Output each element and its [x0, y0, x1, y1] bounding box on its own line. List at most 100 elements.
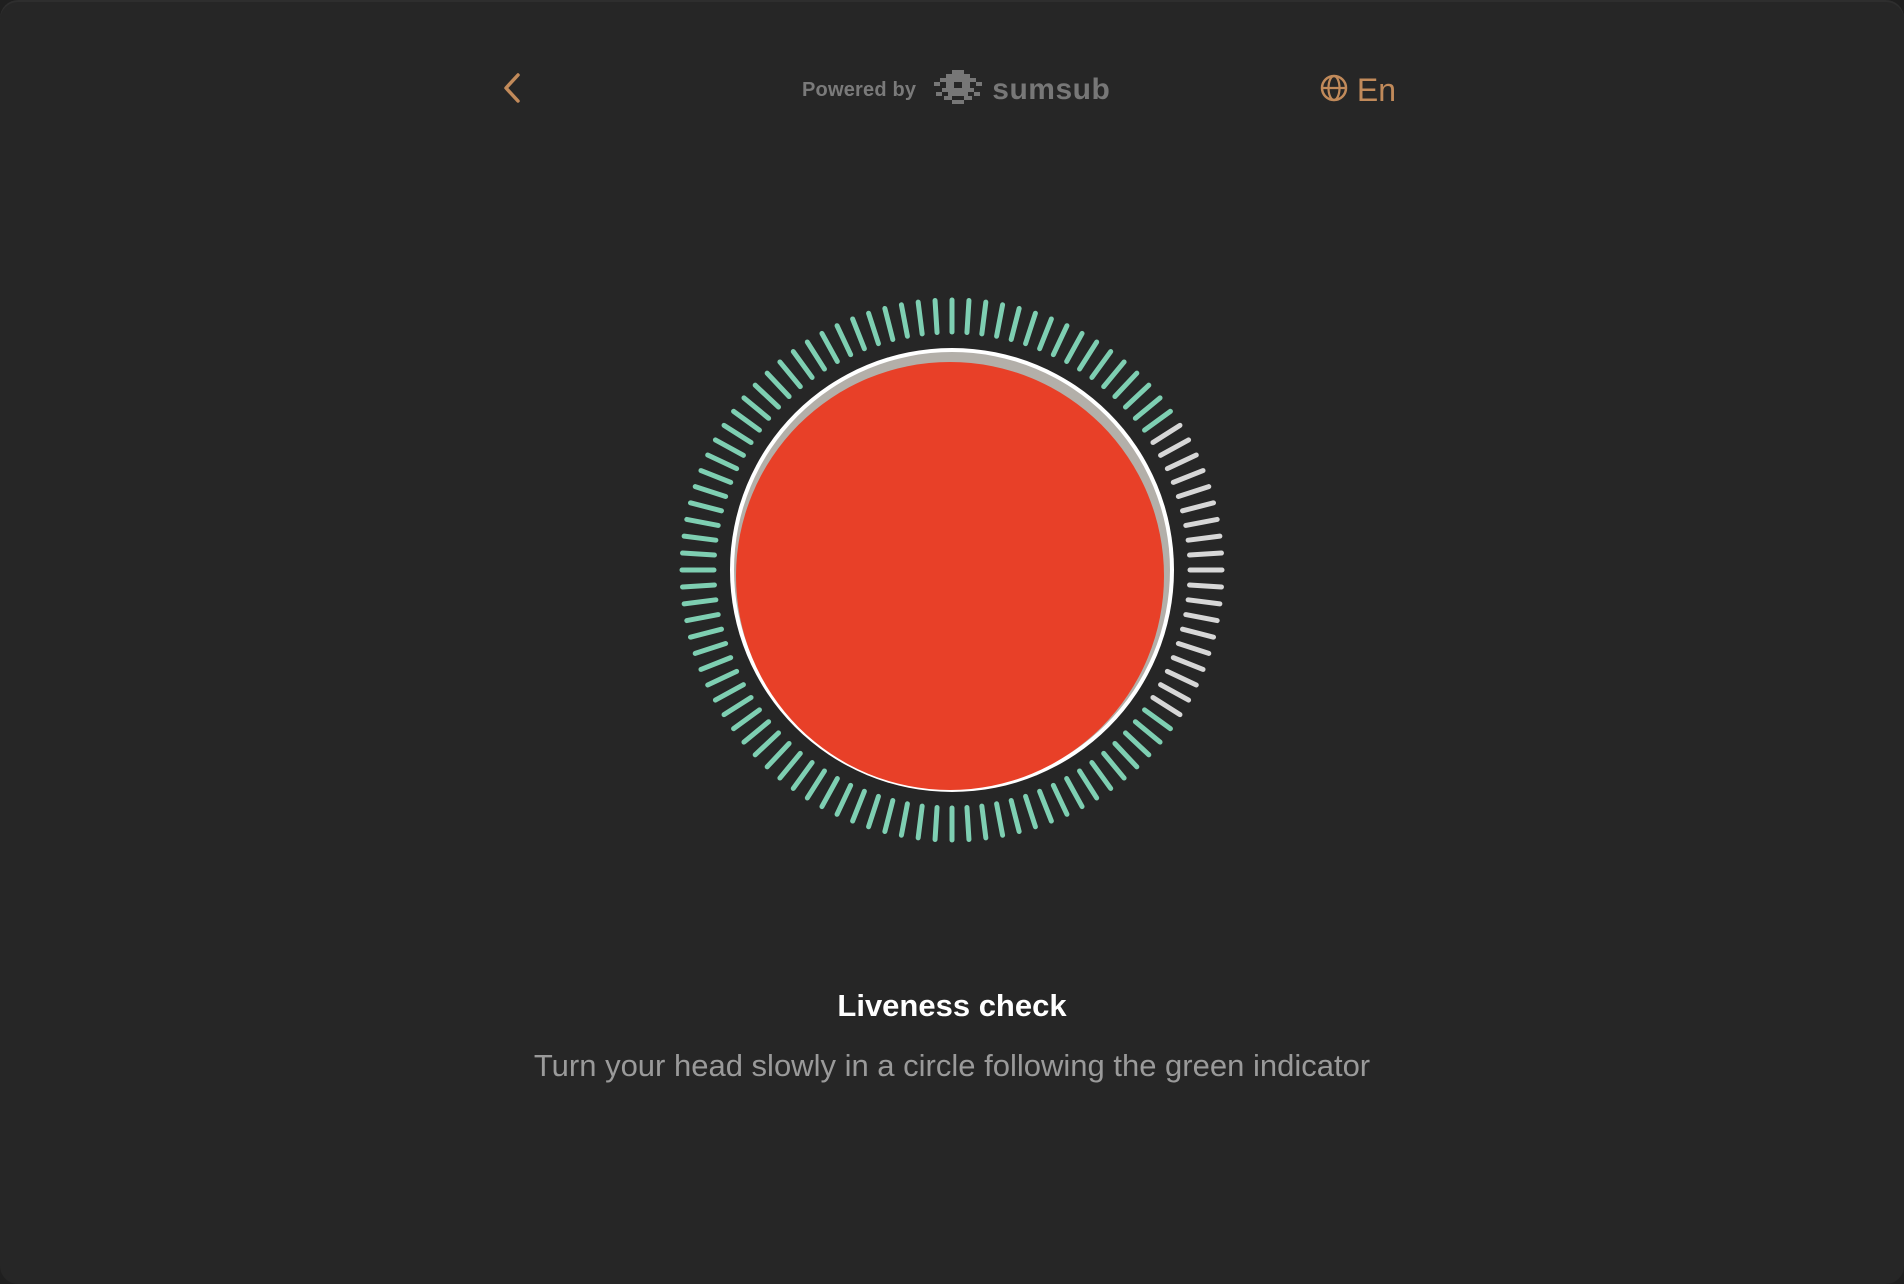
progress-tick-active	[850, 788, 867, 824]
progress-tick-active	[752, 382, 782, 410]
progress-tick-active	[705, 668, 740, 688]
progress-tick-active	[764, 370, 792, 400]
progress-tick-inactive	[1170, 655, 1206, 672]
progress-tick-active	[680, 582, 717, 590]
progress-tick-active	[1142, 408, 1173, 433]
progress-tick-active	[1089, 760, 1114, 791]
progress-tick-active	[764, 740, 792, 770]
back-button[interactable]	[492, 70, 532, 110]
progress-tick-active	[790, 760, 815, 791]
progress-tick-active	[804, 339, 827, 372]
powered-by-label: Powered by	[802, 78, 917, 101]
progress-tick-active	[1077, 768, 1100, 801]
progress-tick-active	[712, 682, 746, 703]
progress-tick-active	[681, 533, 719, 543]
progress-tick-inactive	[1180, 500, 1217, 514]
progress-tick-inactive	[1187, 550, 1224, 558]
instruction-text: Turn your head slowly in a circle follow…	[533, 1048, 1371, 1083]
progress-tick-inactive	[1164, 668, 1199, 688]
progress-tick-inactive	[1150, 695, 1183, 718]
progress-tick-active	[979, 299, 989, 337]
progress-tick-active	[777, 750, 803, 781]
progress-tick-active	[687, 500, 724, 514]
progress-tick-active	[684, 612, 721, 624]
progress-tick-inactive	[1158, 682, 1192, 703]
progress-tick-active	[882, 798, 896, 835]
progress-tick-active	[752, 730, 782, 758]
language-selector[interactable]: En	[1319, 70, 1396, 110]
progress-tick-active	[1122, 382, 1152, 410]
progress-tick-active	[850, 316, 867, 352]
progress-tick-active	[1132, 719, 1163, 745]
progress-tick-active	[1050, 323, 1070, 358]
progress-tick-inactive	[1158, 437, 1192, 458]
progress-tick-active	[687, 626, 724, 640]
progress-tick-inactive	[1185, 533, 1223, 543]
progress-tick-active	[777, 359, 803, 390]
progress-tick-active	[684, 516, 721, 528]
progress-tick-active	[866, 310, 881, 347]
progress-tick-inactive	[1175, 484, 1212, 499]
powered-by: Powered by sumsub	[802, 68, 1111, 113]
progress-tick-inactive	[1164, 452, 1199, 472]
progress-tick-active	[964, 805, 972, 842]
liveness-ring-svg	[679, 297, 1225, 843]
progress-tick-active	[790, 349, 815, 380]
progress-tick-active	[1101, 750, 1127, 781]
progress-tick-active	[1008, 798, 1022, 835]
progress-tick-inactive	[1187, 582, 1224, 590]
progress-tick-active	[964, 298, 972, 335]
progress-tick-active	[819, 330, 840, 364]
progress-tick-inactive	[1183, 516, 1220, 528]
progress-tick-active	[1132, 395, 1163, 421]
progress-tick-active	[1112, 740, 1140, 770]
progress-tick-active	[1037, 316, 1054, 352]
progress-tick-active	[915, 803, 925, 841]
progress-tick-active	[692, 484, 729, 499]
progress-tick-active	[721, 695, 754, 718]
progress-tick-active	[915, 299, 925, 337]
brand-name: sumsub	[992, 73, 1111, 106]
progress-tick-active	[932, 298, 940, 335]
sumsub-logo-icon	[932, 68, 984, 113]
progress-tick-active	[1089, 349, 1114, 380]
app-window: Powered by sumsub En Liveness check Turn…	[0, 0, 1904, 1284]
progress-tick-active	[834, 782, 854, 817]
progress-tick-active	[994, 801, 1006, 838]
progress-tick-active	[1077, 339, 1100, 372]
progress-tick-active	[994, 302, 1006, 339]
liveness-indicator	[672, 290, 1232, 850]
progress-tick-inactive	[1185, 597, 1223, 607]
progress-tick-active	[1142, 707, 1173, 732]
progress-tick-active	[705, 452, 740, 472]
progress-tick-active	[698, 468, 734, 485]
progress-tick-inactive	[1180, 626, 1217, 640]
progress-tick-active	[898, 801, 910, 838]
progress-tick-active	[1037, 788, 1054, 824]
header: Powered by sumsub En	[480, 60, 1420, 120]
progress-tick-active	[692, 641, 729, 656]
progress-tick-active	[721, 422, 754, 445]
face-area	[736, 362, 1164, 790]
progress-tick-active	[819, 776, 840, 810]
page-title: Liveness check	[837, 988, 1067, 1023]
progress-tick-inactive	[1150, 422, 1183, 445]
progress-tick-active	[698, 655, 734, 672]
progress-tick-active	[1008, 305, 1022, 342]
progress-tick-active	[1101, 359, 1127, 390]
progress-tick-inactive	[1175, 641, 1212, 656]
progress-tick-inactive	[1183, 612, 1220, 624]
progress-tick-active	[680, 550, 717, 558]
progress-tick-active	[882, 305, 896, 342]
progress-tick-active	[741, 395, 772, 421]
progress-tick-active	[1050, 782, 1070, 817]
progress-tick-active	[866, 793, 881, 830]
progress-tick-active	[1023, 793, 1038, 830]
progress-tick-active	[731, 408, 762, 433]
progress-tick-active	[1064, 776, 1085, 810]
chevron-left-icon	[500, 71, 524, 110]
progress-tick-active	[1122, 730, 1152, 758]
progress-tick-active	[1023, 310, 1038, 347]
progress-tick-active	[804, 768, 827, 801]
progress-tick-inactive	[1170, 468, 1206, 485]
